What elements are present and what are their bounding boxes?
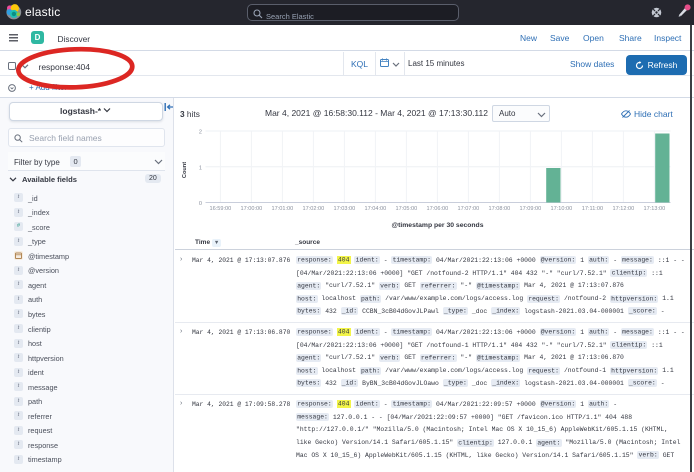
svg-text:17:05:00: 17:05:00 [396,206,418,212]
svg-text:17:03:00: 17:03:00 [334,206,356,212]
svg-text:17:04:00: 17:04:00 [365,206,387,212]
svg-text:17:10:00: 17:10:00 [551,206,573,212]
svg-text:17:06:00: 17:06:00 [427,206,449,212]
svg-text:17:12:00: 17:12:00 [613,206,635,212]
svg-text:0: 0 [199,201,202,207]
svg-text:1: 1 [199,165,202,171]
svg-text:17:01:00: 17:01:00 [272,206,294,212]
svg-text:17:02:00: 17:02:00 [303,206,325,212]
svg-text:17:07:00: 17:07:00 [458,206,480,212]
svg-text:17:11:00: 17:11:00 [582,206,603,212]
svg-text:16:59:00: 16:59:00 [210,206,232,212]
svg-text:2: 2 [199,130,202,136]
svg-text:Count: Count [182,162,188,178]
svg-text:17:09:00: 17:09:00 [520,206,542,212]
svg-text:17:08:00: 17:08:00 [489,206,511,212]
svg-text:17:00:00: 17:00:00 [241,206,263,212]
svg-text:17:13:00: 17:13:00 [644,206,666,212]
svg-text:@timestamp per 30 seconds: @timestamp per 30 seconds [391,222,483,229]
